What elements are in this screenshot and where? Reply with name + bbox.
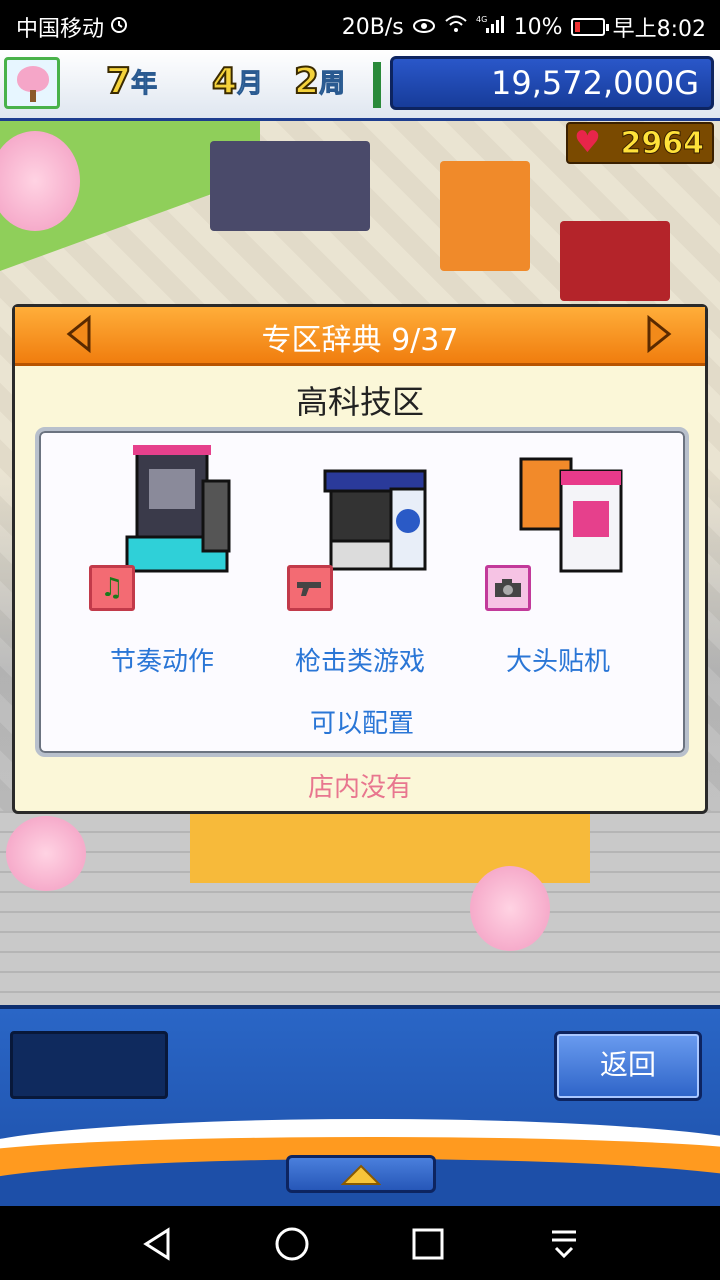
week-display: 2 周 [293, 61, 346, 103]
store-status-label: 店内没有 [307, 773, 412, 803]
arcade-machines-decoration [210, 141, 370, 231]
facility-item[interactable]: ♫ 节奏动作 [57, 431, 267, 681]
nav-home-button[interactable] [272, 1224, 312, 1264]
week-number: 2 [293, 61, 320, 103]
network-type-label: 4G [476, 15, 487, 24]
back-button[interactable]: 返回 [554, 1031, 702, 1101]
facility-item[interactable]: 枪击类游戏 [255, 431, 465, 681]
square-recents-icon [412, 1228, 444, 1260]
battery-icon [570, 18, 609, 36]
alarm-clock-icon [110, 15, 128, 40]
month-unit: 月 [237, 69, 264, 100]
facility-label: 枪击类游戏 [294, 647, 425, 677]
cherry-tree-decoration [6, 816, 86, 891]
carrier-label: 中国移动 [16, 17, 105, 42]
sticker-booth-decoration [440, 161, 530, 271]
facility-item[interactable]: 大头贴机 [453, 431, 663, 681]
net-speed: 20B/s [341, 14, 404, 40]
status-bar: 中国移动 20B/s 4G 10% 早上8:02 [0, 0, 720, 50]
zone-name: 高科技区 [295, 383, 424, 421]
wifi-icon [444, 14, 468, 40]
triangle-back-icon [143, 1227, 170, 1261]
facility-label: 节奏动作 [109, 647, 214, 677]
battery-percent: 10% [513, 14, 563, 40]
money-divider [373, 62, 381, 108]
facility-panel: ♫ 节奏动作 枪击类游戏 大头贴机 可以配置 [35, 427, 689, 757]
year-number: 7 [105, 61, 132, 103]
arrow-right-icon [647, 315, 672, 353]
heart-icon: ♥ [574, 125, 601, 160]
music-note-icon: ♫ [89, 565, 135, 611]
dialog-title: 专区辞典 9/37 [261, 323, 459, 358]
cherry-tree-icon[interactable] [4, 57, 60, 109]
year-display: 7 年 [105, 61, 158, 103]
signal-icon: 4G [476, 14, 506, 40]
chevron-up-icon [341, 1164, 381, 1185]
bottom-panel: 返回 [0, 1005, 720, 1209]
cherry-tree-decoration [470, 866, 550, 951]
month-display: 4 月 [211, 61, 264, 103]
configurable-label: 可以配置 [309, 709, 414, 739]
camera-icon [485, 565, 531, 611]
month-number: 4 [211, 61, 238, 103]
system-nav-bar [0, 1206, 720, 1280]
nav-recents-button[interactable] [408, 1224, 448, 1264]
pistol-icon [287, 565, 333, 611]
week-unit: 周 [319, 69, 346, 100]
slot-machine-decoration [560, 221, 670, 301]
expand-menu-button[interactable] [286, 1155, 436, 1193]
circle-home-icon [275, 1227, 309, 1261]
eye-icon [412, 15, 436, 40]
zone-dictionary-dialog: 专区辞典 9/37 高科技区 ♫ 节奏动作 枪击类游戏 大头贴机 可以配置 店内… [12, 304, 708, 814]
next-arrow-button[interactable] [643, 315, 675, 353]
year-unit: 年 [131, 69, 158, 100]
nav-back-button[interactable] [138, 1224, 178, 1264]
info-slot [10, 1031, 168, 1099]
pull-down-icon [552, 1230, 576, 1259]
top-bar: 7 年 4 月 2 周 19,572,000G [0, 50, 720, 121]
facility-label: 大头贴机 [505, 647, 610, 677]
money-display: 19,572,000G [390, 56, 714, 110]
hearts-count: 2964 [620, 126, 704, 162]
hearts-counter: ♥ 2964 [566, 122, 714, 164]
clock-time: 早上8:02 [612, 17, 706, 42]
nav-notification-button[interactable] [544, 1224, 584, 1264]
dialog-header: 专区辞典 9/37 [15, 307, 705, 366]
